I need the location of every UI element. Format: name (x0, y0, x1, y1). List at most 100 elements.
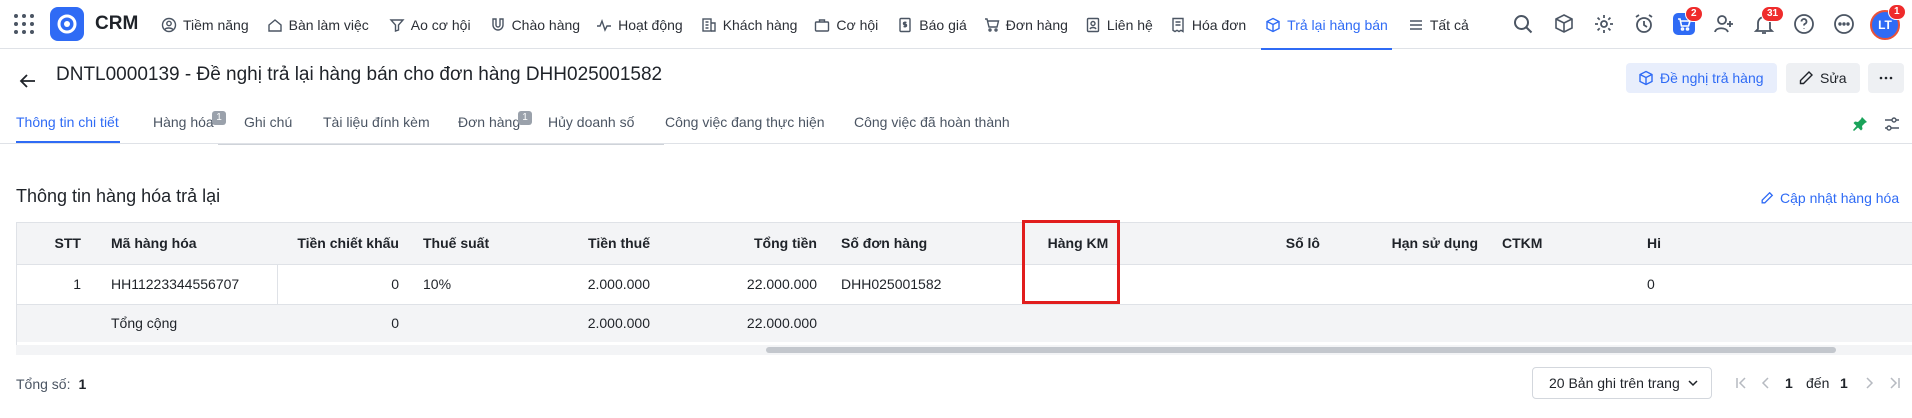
tab-label: Hàng hóa (153, 114, 214, 130)
cart-icon (984, 17, 1000, 33)
col-header: Mã hàng hóa (99, 223, 277, 265)
add-user-icon[interactable] (1713, 13, 1735, 35)
back-arrow-icon[interactable] (18, 71, 38, 91)
page-size-select[interactable]: 20 Bản ghi trên trang (1532, 367, 1712, 399)
page-title: DNTL0000139 - Đề nghị trả lại hàng bán c… (56, 64, 663, 85)
page-from: 1 (1785, 375, 1793, 391)
total-amount: 22.000.000 (662, 304, 829, 342)
chevron-down-icon (1688, 380, 1698, 387)
invoice-icon (1170, 17, 1186, 33)
total-tax: 2.000.000 (521, 304, 662, 342)
nav-label: Hóa đơn (1191, 16, 1247, 33)
tab-don-hang[interactable]: Đơn hàng 1 (458, 111, 532, 130)
next-page-icon[interactable] (1862, 376, 1876, 390)
tab-thong-tin-chi-tiet[interactable]: Thông tin chi tiết (16, 114, 119, 130)
nav-label: Ao cơ hội (410, 16, 471, 33)
nav-item-co-hoi[interactable]: Cơ hội (814, 0, 878, 49)
cell-product-code: HH11223344556707 (99, 264, 278, 305)
nav-label: Trả lại hàng bán (1287, 16, 1388, 33)
detail-tabs: Thông tin chi tiết Hàng hóa 1 Ghi chú Tà… (0, 108, 1912, 144)
page-size-value: 20 Bản ghi trên trang (1549, 375, 1680, 391)
first-page-icon[interactable] (1734, 376, 1748, 390)
nav-label: Báo giá (919, 16, 967, 33)
main-nav: Tiềm năng Bàn làm việc Ao cơ hội Chào hà… (158, 0, 1469, 50)
tab-badge: 1 (518, 111, 532, 125)
nav-item-tat-ca[interactable]: Tất cả (1408, 0, 1469, 49)
user-avatar[interactable]: LT 1 (1870, 4, 1906, 40)
notification-badge: 31 (1761, 6, 1785, 22)
activity-icon (596, 17, 612, 33)
box-search-icon[interactable] (1553, 13, 1575, 35)
cell-total: 22.000.000 (662, 264, 829, 305)
tab-huy-doanh-so[interactable]: Hủy doanh số (548, 114, 634, 130)
nav-item-chao-hang[interactable]: Chào hàng (490, 0, 581, 49)
cell-lot (1167, 264, 1332, 305)
cart-badge: 2 (1685, 6, 1703, 22)
cell-discount: 0 (277, 264, 411, 305)
pencil-icon (1799, 71, 1813, 85)
nav-item-khach-hang[interactable]: Khách hàng (701, 0, 798, 49)
filter-settings-icon[interactable] (1883, 115, 1901, 133)
edit-button[interactable]: Sửa (1786, 63, 1860, 93)
total-value: 1 (78, 376, 87, 392)
tab-tai-lieu-dinh-kem[interactable]: Tài liệu đính kèm (323, 114, 430, 130)
nav-item-lien-he[interactable]: Liên hệ (1085, 0, 1153, 49)
tab-cong-viec-da-hoan-thanh[interactable]: Công việc đã hoàn thành (854, 114, 1010, 130)
tab-cong-viec-dang-thuc-hien[interactable]: Công việc đang thực hiện (665, 114, 825, 130)
notification-button[interactable]: 31 (1753, 6, 1785, 35)
nav-item-ao-co-hoi[interactable]: Ao cơ hội (389, 0, 471, 49)
cell-hi: 0 (1635, 264, 1912, 305)
nav-item-bao-gia[interactable]: Báo giá (897, 0, 967, 49)
person-icon (161, 17, 177, 33)
gear-icon[interactable] (1593, 13, 1615, 35)
nav-item-ban-lam-viec[interactable]: Bàn làm việc (267, 0, 369, 49)
update-goods-link[interactable]: Cập nhật hàng hóa (1760, 190, 1899, 206)
tab-label: Đơn hàng (458, 114, 521, 130)
nav-label: Bàn làm việc (288, 16, 369, 33)
col-header: Số lô (1167, 223, 1332, 265)
help-icon[interactable] (1793, 13, 1815, 35)
app-grid-icon[interactable] (14, 14, 34, 34)
nav-item-hoa-don[interactable]: Hóa đơn (1170, 0, 1246, 49)
table-row[interactable]: 1 HH11223344556707 0 10% 2.000.000 22.00… (17, 264, 1912, 305)
horizontal-scrollbar[interactable] (16, 345, 1912, 355)
request-return-button[interactable]: Đề nghị trả hàng (1626, 63, 1777, 93)
tab-ghi-chu[interactable]: Ghi chú (244, 114, 292, 130)
nav-item-tra-lai-hang-ban[interactable]: Trả lại hàng bán (1261, 0, 1392, 50)
nav-label: Khách hàng (722, 16, 798, 33)
page-to-label: đến (1806, 375, 1830, 391)
nav-item-tiem-nang[interactable]: Tiềm năng (161, 0, 249, 49)
contact-icon (1085, 17, 1101, 33)
avatar-badge: 1 (1888, 4, 1906, 20)
scrollbar-thumb[interactable] (766, 347, 1836, 353)
nav-item-don-hang[interactable]: Đơn hàng (984, 0, 1068, 49)
col-header: CTKM (1490, 223, 1635, 265)
section-title: Thông tin hàng hóa trả lại (16, 186, 221, 206)
prev-page-icon[interactable] (1759, 376, 1773, 390)
cell-tax-amount: 2.000.000 (521, 264, 662, 305)
last-page-icon[interactable] (1888, 376, 1902, 390)
nav-label: Cơ hội (836, 16, 879, 33)
top-navigation-bar: CRM Tiềm năng Bàn làm việc Ao cơ hội Chà… (0, 0, 1912, 50)
briefcase-icon (814, 17, 830, 33)
nav-label: Chào hàng (511, 16, 581, 33)
building-icon (701, 17, 717, 33)
more-apps-icon[interactable] (1833, 13, 1855, 35)
app-name[interactable]: CRM (95, 13, 138, 35)
total-discount: 0 (277, 304, 411, 342)
nav-label: Hoạt động (618, 16, 683, 33)
magnet-icon (490, 17, 506, 33)
col-header: Thuế suất (411, 223, 521, 265)
update-goods-label: Cập nhật hàng hóa (1780, 190, 1900, 206)
pin-icon[interactable] (1851, 115, 1869, 133)
search-icon[interactable] (1512, 13, 1534, 35)
edit-label: Sửa (1820, 70, 1847, 86)
table-total-row: Tổng cộng 0 2.000.000 22.000.000 (17, 304, 1912, 342)
alarm-clock-icon[interactable] (1633, 13, 1655, 35)
cart-button[interactable]: 2 (1673, 6, 1703, 35)
more-actions-button[interactable] (1868, 63, 1904, 93)
tab-hang-hoa[interactable]: Hàng hóa 1 (153, 111, 226, 130)
active-tab-indicator (16, 141, 120, 143)
nav-label: Liên hệ (1106, 16, 1153, 33)
nav-item-hoat-dong[interactable]: Hoạt động (596, 0, 683, 49)
